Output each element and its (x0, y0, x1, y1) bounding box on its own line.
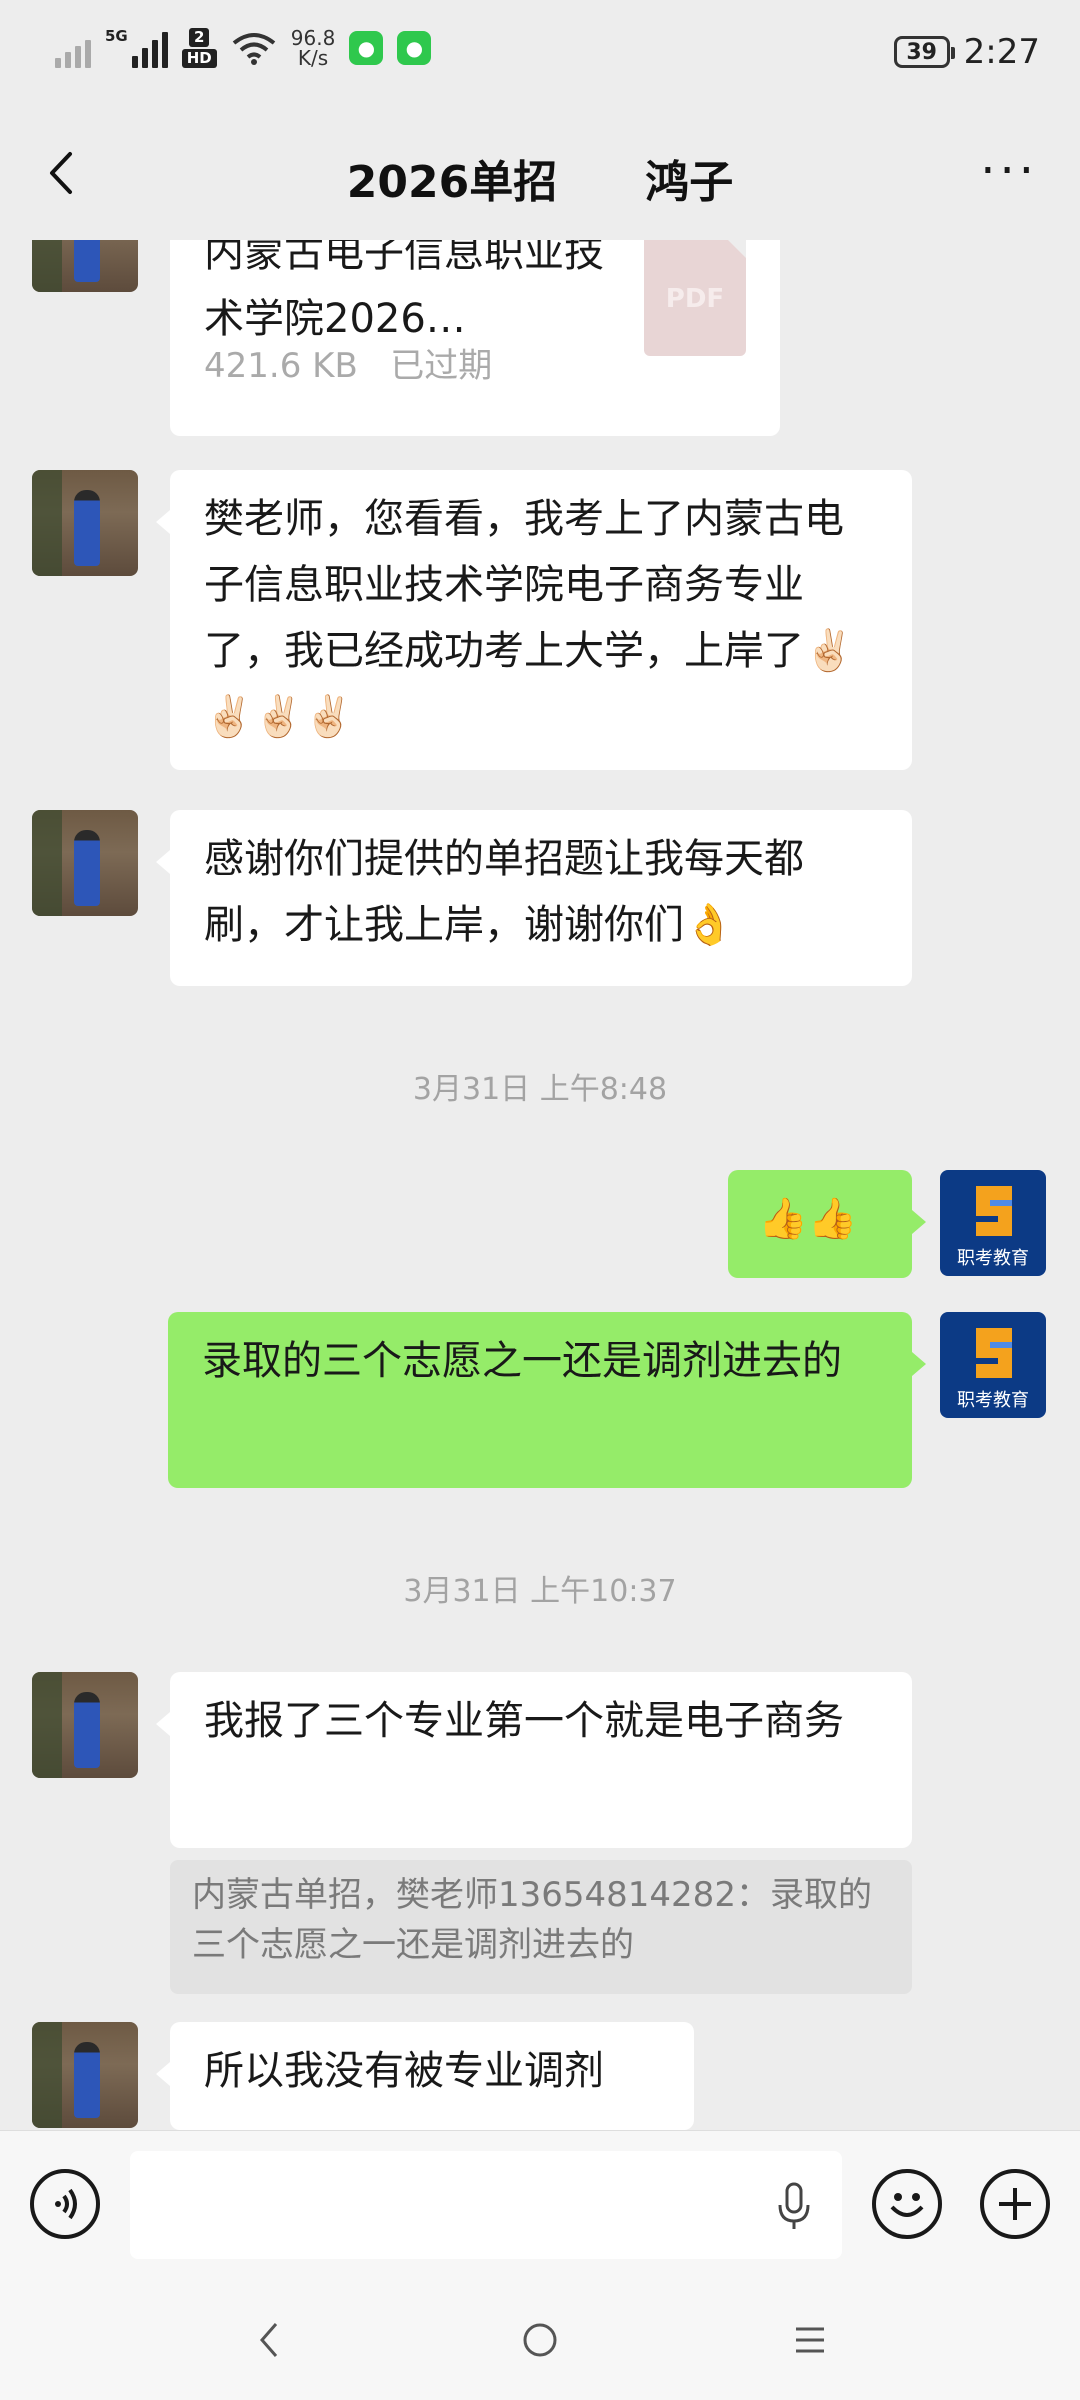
hd-badge: 2 HD (181, 28, 217, 68)
sent-message[interactable]: 👍👍 (728, 1170, 926, 1278)
emoji-icon[interactable] (872, 2169, 942, 2239)
my-avatar[interactable]: 职考教育 (940, 1170, 1046, 1276)
status-bar: 5G 2 HD 96.8 K/s ● ● 39 2:27 (0, 0, 1080, 110)
received-message[interactable]: 所以我没有被专业调剂 (156, 2022, 694, 2130)
brand-logo-icon (976, 1186, 1012, 1236)
pdf-file-icon: PDF (644, 240, 746, 356)
contact-avatar[interactable] (32, 240, 138, 292)
file-meta: 421.6 KB 已过期 (204, 338, 492, 387)
contact-avatar[interactable] (32, 470, 138, 576)
timestamp: 3月31日 上午8:48 (412, 1072, 668, 1107)
chat-header: 2026单招 鸿子 ··· (0, 110, 1080, 240)
voice-icon[interactable] (30, 2169, 100, 2239)
received-message[interactable]: 我报了三个专业第一个就是电子商务 (156, 1672, 912, 1848)
signal-strong-icon (131, 28, 168, 68)
chat-title: 2026单招 鸿子 (346, 157, 734, 208)
contact-avatar[interactable] (32, 810, 138, 916)
file-status: 已过期 (390, 346, 493, 386)
nav-home-icon[interactable] (510, 2310, 570, 2370)
nav-back-icon[interactable] (240, 2310, 300, 2370)
brand-logo-icon (976, 1328, 1012, 1378)
nav-menu-icon[interactable] (780, 2310, 840, 2370)
sent-message[interactable]: 录取的三个志愿之一还是调剂进去的 (168, 1312, 926, 1488)
plus-icon[interactable] (980, 2169, 1050, 2239)
received-message[interactable]: 感谢你们提供的单招题让我每天都刷，才让我上岸，谢谢你们👌 (156, 810, 912, 986)
battery-indicator: 39 (893, 36, 955, 68)
message-input[interactable] (130, 2151, 842, 2259)
clock: 2:27 (963, 32, 1040, 72)
input-bar (0, 2130, 1080, 2281)
mic-icon[interactable] (774, 2181, 814, 2231)
network-type-label: 5G (105, 27, 128, 45)
more-dots-icon[interactable]: ··· (980, 147, 1038, 195)
received-message[interactable]: 樊老师，您看看，我考上了内蒙古电子信息职业技术学院电子商务专业了，我已经成功考上… (156, 470, 912, 770)
timestamp: 3月31日 上午10:37 (403, 1574, 677, 1609)
contact-avatar[interactable] (32, 2022, 138, 2128)
signal-weak-icon (55, 28, 91, 68)
wechat-notification-icon: ● (349, 31, 384, 65)
wechat-notification-icon-2: ● (397, 31, 432, 65)
file-size: 421.6 KB (204, 346, 358, 386)
my-avatar[interactable]: 职考教育 (940, 1312, 1046, 1418)
system-nav-bar (0, 2280, 1080, 2400)
wifi-icon (232, 33, 276, 65)
network-speed: 96.8 K/s (290, 26, 336, 70)
file-name: 内蒙古电子信息职业技术学院2026… (204, 240, 604, 342)
contact-avatar[interactable] (32, 1672, 138, 1778)
file-message[interactable]: 内蒙古电子信息职业技术学院2026… 421.6 KB 已过期 PDF (170, 240, 780, 436)
message-list[interactable]: 内蒙古电子信息职业技术学院2026… 421.6 KB 已过期 PDF 樊老师，… (0, 240, 1080, 2130)
quoted-message[interactable]: 内蒙古单招，樊老师13654814282：录取的三个志愿之一还是调剂进去的 (170, 1860, 912, 1994)
